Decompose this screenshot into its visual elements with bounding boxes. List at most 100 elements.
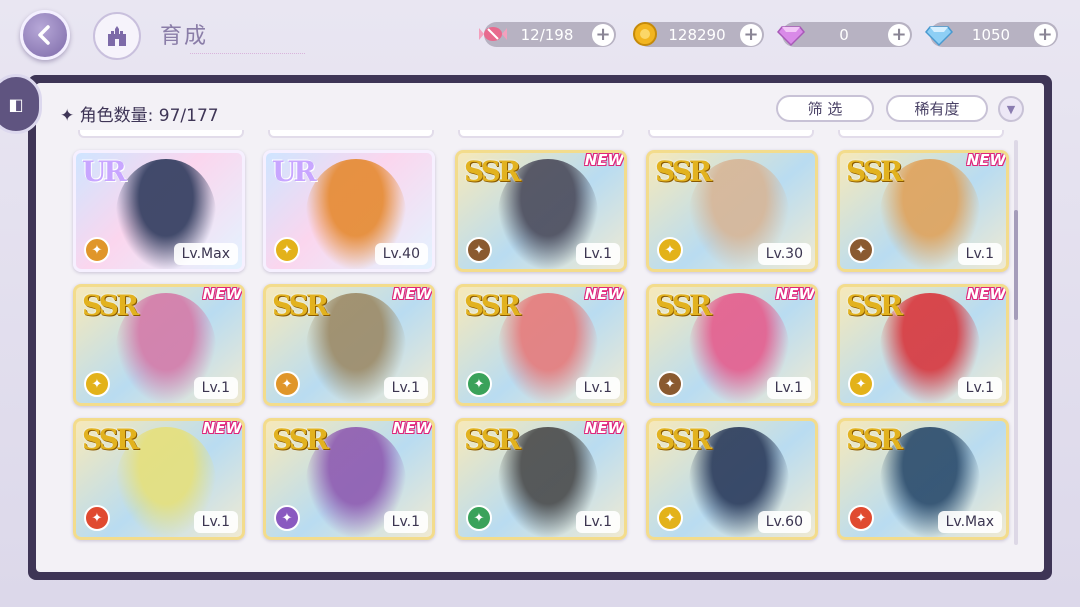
candy-icon [476, 18, 510, 50]
top-bar: 育成 12/198 + 128290 + 0 + 1050 + [0, 0, 1080, 72]
castle-icon [108, 26, 126, 46]
card-peek [458, 130, 624, 138]
filter-button[interactable]: 筛 选 [776, 95, 874, 122]
level-label: Lv.1 [383, 511, 428, 533]
attribute-icon: ✦ [466, 371, 492, 397]
level-label: Lv.1 [193, 511, 238, 533]
resource-diamond: 1050 + [924, 22, 1058, 47]
grid-scrollbar[interactable] [1014, 140, 1018, 545]
character-card[interactable]: SSR NEW ✦ Lv.1 [837, 150, 1009, 272]
rarity-label: SSR [655, 155, 712, 188]
resource-candy: 12/198 + [479, 22, 616, 47]
new-badge: NEW [584, 419, 624, 437]
rarity-label: SSR [82, 289, 139, 322]
add-candy-button[interactable]: + [592, 23, 614, 46]
level-label: Lv.1 [575, 377, 620, 399]
new-badge: NEW [202, 285, 242, 303]
new-badge: NEW [392, 419, 432, 437]
character-card[interactable]: UR ✦ Lv.40 [263, 150, 435, 272]
attribute-icon: ✦ [274, 237, 300, 263]
level-label: Lv.60 [757, 511, 811, 533]
sort-order-button[interactable]: ▼ [998, 96, 1024, 122]
character-card[interactable]: SSR NEW ✦ Lv.1 [837, 284, 1009, 406]
home-button[interactable] [93, 12, 141, 60]
level-label: Lv.30 [757, 243, 811, 265]
rarity-label: SSR [846, 155, 903, 188]
rarity-label: SSR [846, 289, 903, 322]
new-badge: NEW [202, 419, 242, 437]
new-badge: NEW [584, 151, 624, 169]
rarity-label: SSR [272, 289, 329, 322]
level-label: Lv.1 [383, 377, 428, 399]
pink-gem-icon [774, 18, 808, 50]
card-peek [648, 130, 814, 138]
menu-toggle-icon: ◧ [8, 94, 24, 114]
new-badge: NEW [775, 285, 815, 303]
character-card[interactable]: SSR NEW ✦ Lv.1 [455, 284, 627, 406]
character-card[interactable]: SSR NEW ✦ Lv.1 [73, 284, 245, 406]
character-card[interactable]: SSR NEW ✦ Lv.1 [73, 418, 245, 540]
card-peek [838, 130, 1004, 138]
attribute-icon: ✦ [657, 237, 683, 263]
rarity-label: SSR [846, 423, 903, 456]
rarity-label: SSR [464, 155, 521, 188]
character-card[interactable]: SSR ✦ Lv.Max [837, 418, 1009, 540]
card-peek [78, 130, 244, 138]
level-label: Lv.1 [766, 377, 811, 399]
attribute-icon: ✦ [657, 371, 683, 397]
resource-pink-gem: 0 + [776, 22, 912, 47]
attribute-icon: ✦ [274, 371, 300, 397]
level-label: Lv.Max [173, 243, 238, 265]
character-count-text: 角色数量: 97/177 [79, 106, 219, 126]
level-label: Lv.1 [957, 377, 1002, 399]
character-card[interactable]: SSR ✦ Lv.60 [646, 418, 818, 540]
attribute-icon: ✦ [657, 505, 683, 531]
character-card[interactable]: SSR NEW ✦ Lv.1 [263, 284, 435, 406]
back-button[interactable] [20, 10, 70, 60]
scrollbar-thumb[interactable] [1014, 210, 1018, 320]
attribute-icon: ✦ [84, 237, 110, 263]
attribute-icon: ✦ [84, 505, 110, 531]
back-arrow-icon [38, 25, 50, 45]
attribute-icon: ✦ [848, 371, 874, 397]
attribute-icon: ✦ [848, 505, 874, 531]
rarity-label: SSR [82, 423, 139, 456]
attribute-icon: ✦ [84, 371, 110, 397]
add-gold-button[interactable]: + [740, 23, 762, 46]
rarity-label: SSR [272, 423, 329, 456]
gold-coin-icon [628, 18, 662, 50]
rarity-label: UR [82, 155, 127, 188]
character-card[interactable]: SSR NEW ✦ Lv.1 [455, 418, 627, 540]
attribute-icon: ✦ [848, 237, 874, 263]
attribute-icon: ✦ [466, 237, 492, 263]
level-label: Lv.1 [957, 243, 1002, 265]
character-card[interactable]: SSR NEW ✦ Lv.1 [646, 284, 818, 406]
level-label: Lv.40 [374, 243, 428, 265]
attribute-icon: ✦ [466, 505, 492, 531]
card-peek [268, 130, 434, 138]
new-badge: NEW [966, 151, 1006, 169]
add-diamond-button[interactable]: + [1034, 23, 1056, 46]
title-decoration [190, 40, 305, 54]
rarity-label: UR [272, 155, 317, 188]
character-card[interactable]: SSR NEW ✦ Lv.1 [455, 150, 627, 272]
level-label: Lv.Max [937, 511, 1002, 533]
character-card[interactable]: UR ✦ Lv.Max [73, 150, 245, 272]
level-label: Lv.1 [193, 377, 238, 399]
new-badge: NEW [966, 285, 1006, 303]
attribute-icon: ✦ [274, 505, 300, 531]
resource-gold: 128290 + [633, 22, 764, 47]
level-label: Lv.1 [575, 243, 620, 265]
sparkle-icon: ✦ [60, 106, 75, 126]
character-card[interactable]: SSR ✦ Lv.30 [646, 150, 818, 272]
character-count: ✦ 角色数量: 97/177 [60, 101, 219, 126]
rarity-label: SSR [655, 423, 712, 456]
rarity-label: SSR [464, 289, 521, 322]
rarity-sort-button[interactable]: 稀有度 [886, 95, 988, 122]
character-card[interactable]: SSR NEW ✦ Lv.1 [263, 418, 435, 540]
add-pink-gem-button[interactable]: + [888, 23, 910, 46]
level-label: Lv.1 [575, 511, 620, 533]
rarity-label: SSR [464, 423, 521, 456]
new-badge: NEW [584, 285, 624, 303]
rarity-label: SSR [655, 289, 712, 322]
